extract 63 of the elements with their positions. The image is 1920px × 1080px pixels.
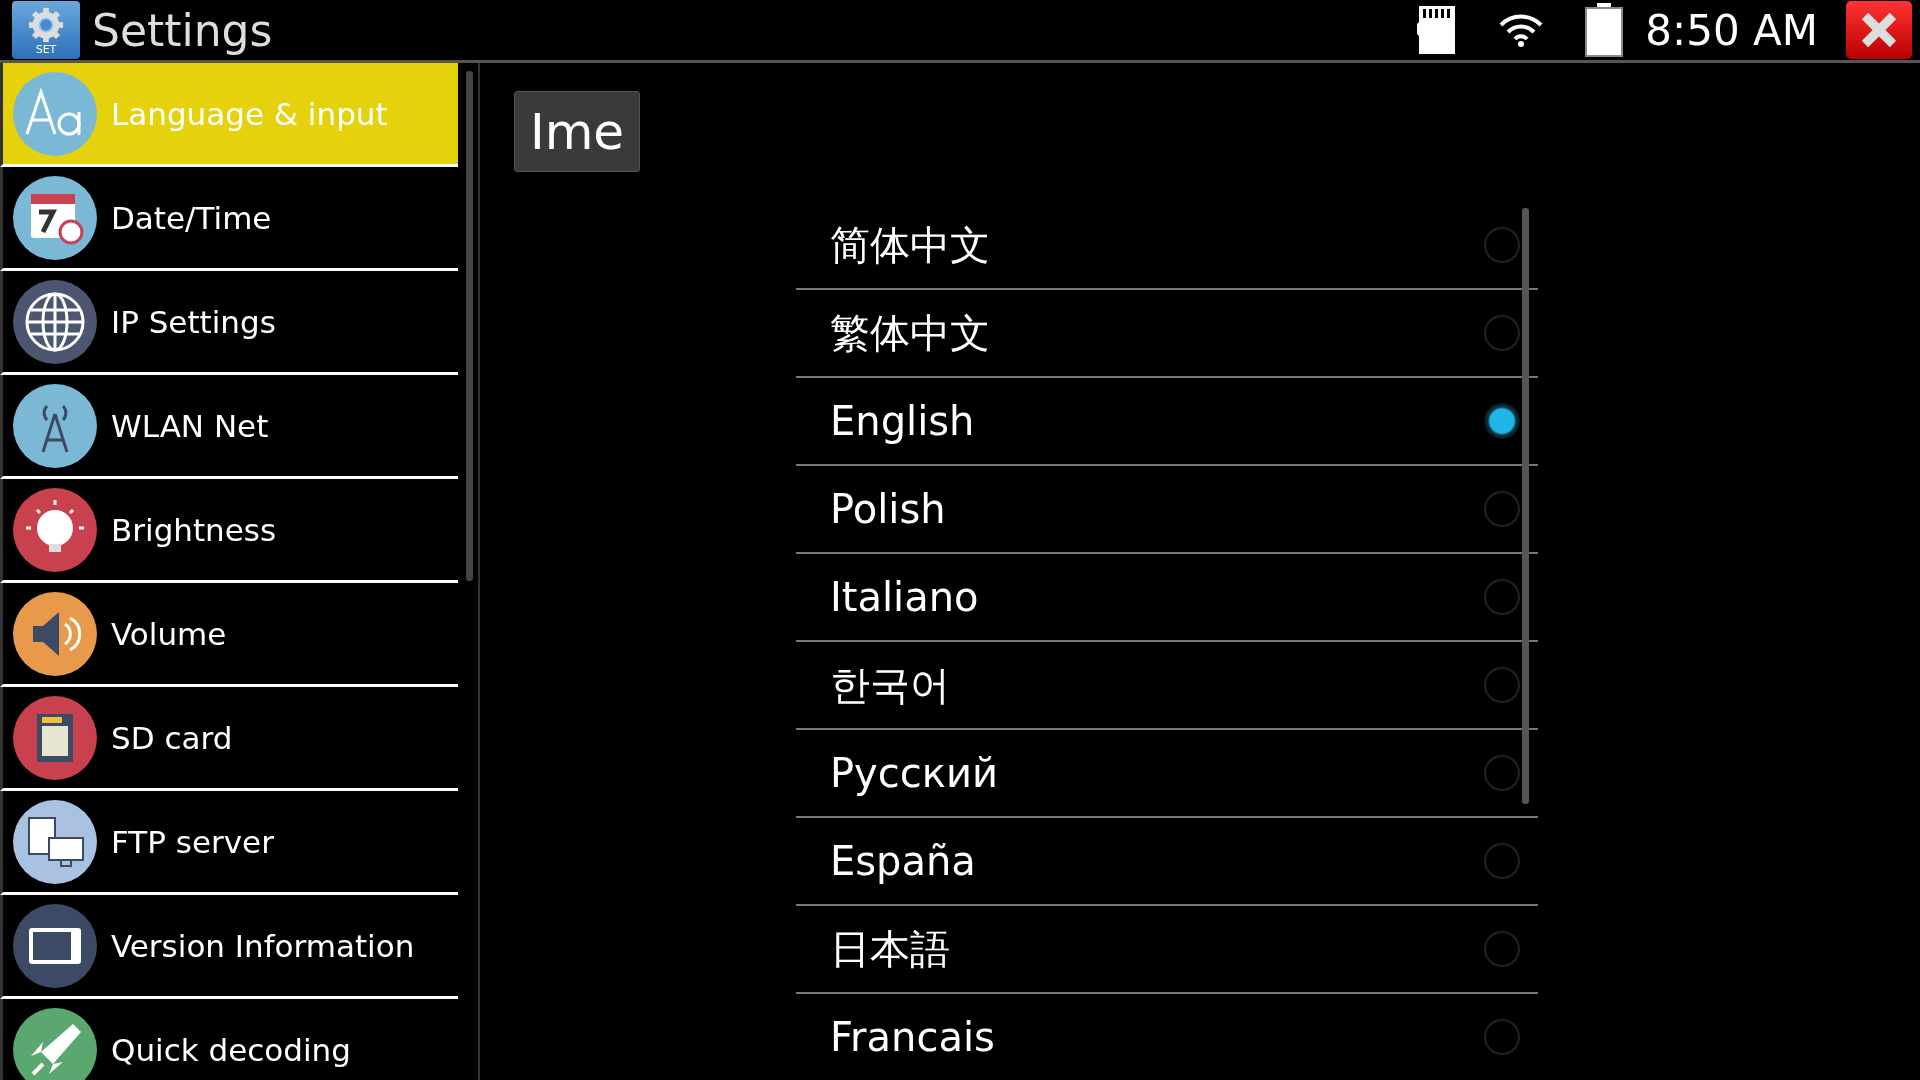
language-label: Polish — [830, 486, 946, 532]
scrollbar[interactable] — [466, 71, 473, 581]
language-label: 日本語 — [830, 924, 950, 974]
light-bulb-icon — [13, 487, 97, 572]
globe-icon — [13, 279, 97, 364]
rocket-icon — [13, 1007, 97, 1080]
letters-icon — [13, 71, 97, 156]
language-option[interactable]: España — [796, 818, 1538, 906]
wifi-icon — [1499, 13, 1544, 47]
sidebar-item-label: Brightness — [111, 511, 277, 548]
sidebar-item[interactable]: SD card — [0, 687, 458, 791]
sd-card-icon — [1417, 6, 1458, 54]
radio-button[interactable] — [1484, 227, 1520, 263]
sidebar-item[interactable]: Volume — [0, 583, 458, 687]
language-label: Francais — [830, 1014, 995, 1060]
language-label: 简体中文 — [830, 220, 990, 270]
close-button[interactable] — [1846, 1, 1912, 59]
sidebar-item-label: Language & input — [111, 95, 388, 132]
tablet-icon — [13, 903, 97, 988]
radio-button[interactable] — [1484, 843, 1520, 879]
sidebar-item[interactable]: Brightness — [0, 479, 458, 583]
sidebar-item[interactable]: IP Settings — [0, 271, 458, 375]
scrollbar[interactable] — [1522, 208, 1529, 804]
language-option[interactable]: Francais — [796, 994, 1538, 1080]
close-icon — [1859, 10, 1899, 50]
radio-button[interactable] — [1484, 931, 1520, 967]
ime-button[interactable]: Ime — [514, 91, 640, 172]
sidebar-item[interactable]: Version Information — [0, 895, 458, 999]
window-title: Settings — [92, 4, 273, 56]
language-label: Italiano — [830, 574, 979, 620]
battery-icon — [1585, 3, 1624, 57]
calendar-icon — [13, 175, 97, 260]
speaker-icon — [13, 591, 97, 676]
gear-icon — [27, 5, 65, 44]
server-monitor-icon — [13, 799, 97, 884]
sidebar-item-label: IP Settings — [111, 303, 276, 340]
radio-button[interactable] — [1484, 667, 1520, 703]
language-label: Русский — [830, 750, 998, 796]
antenna-tower-icon — [13, 383, 97, 468]
sidebar-item-label: Version Information — [111, 927, 415, 964]
app-badge-label: SET — [35, 43, 57, 55]
language-label: España — [830, 838, 976, 884]
radio-button[interactable] — [1484, 579, 1520, 615]
radio-button[interactable] — [1484, 403, 1520, 439]
sidebar-item-label: SD card — [111, 719, 233, 756]
sd-card-icon — [13, 695, 97, 780]
language-option[interactable]: 日本語 — [796, 906, 1538, 994]
sidebar-item-label: WLAN Net — [111, 407, 269, 444]
sidebar-item-label: Date/Time — [111, 199, 272, 236]
language-label: 한국어 — [830, 660, 950, 710]
radio-button[interactable] — [1484, 315, 1520, 351]
sidebar-item[interactable]: WLAN Net — [0, 375, 458, 479]
radio-button[interactable] — [1484, 1019, 1520, 1055]
sidebar-item[interactable]: Date/Time — [0, 167, 458, 271]
sidebar-item-label: Quick decoding — [111, 1031, 351, 1068]
sidebar-item-label: FTP server — [111, 823, 274, 860]
language-label: 繁体中文 — [830, 308, 990, 358]
language-label: English — [830, 398, 975, 444]
radio-button[interactable] — [1484, 491, 1520, 527]
radio-button[interactable] — [1484, 755, 1520, 791]
sidebar-item-label: Volume — [111, 615, 227, 652]
clock-time: 8:50 AM — [1645, 5, 1818, 55]
sidebar-item[interactable]: FTP server — [0, 791, 458, 895]
